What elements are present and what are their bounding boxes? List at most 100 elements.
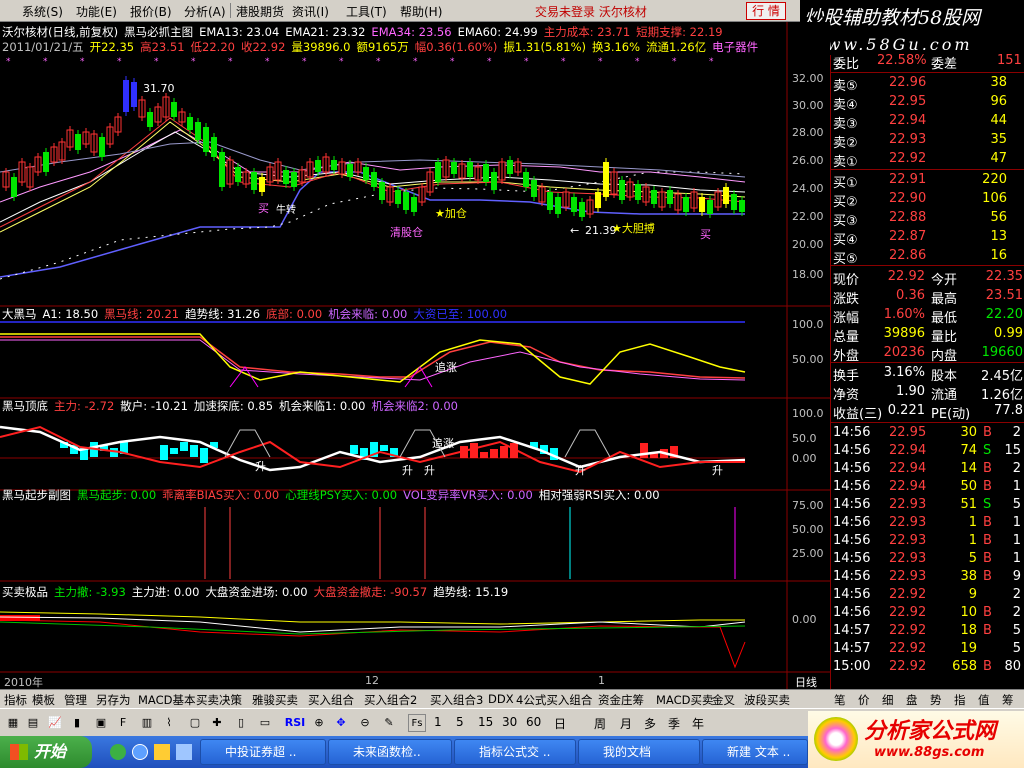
menu-help[interactable]: 帮助(H) (400, 3, 442, 20)
rsi-icon[interactable]: RSI (284, 714, 306, 732)
bid-row[interactable]: 买④ 22.87 13 (831, 228, 1024, 248)
menu-system[interactable]: 系统(S) (22, 3, 63, 20)
quote-view-tab[interactable]: 值 (978, 692, 990, 708)
period-button[interactable]: 60 (526, 715, 541, 729)
indicator-tab[interactable]: 雅骏买卖 (252, 692, 298, 708)
line-icon[interactable]: ⌇ (160, 714, 178, 732)
logo-url: www.88gs.com (874, 745, 985, 760)
folder-icon[interactable] (154, 744, 170, 760)
order-diff-label: 委差 (931, 57, 958, 72)
stat-label: 涨跌 (833, 292, 860, 307)
period-button[interactable]: 多 (644, 715, 656, 732)
menu-tools[interactable]: 工具(T) (346, 3, 387, 20)
ask-row[interactable]: 卖② 22.93 35 (831, 131, 1024, 151)
indicator-tab[interactable]: 4公式买入组合 (516, 692, 592, 708)
quote-view-tab[interactable]: 细 (882, 692, 894, 708)
page-icon[interactable]: ▢ (186, 714, 204, 732)
bar-chart-icon[interactable]: ▭ (256, 714, 274, 732)
bid-price: 22.88 (889, 210, 927, 225)
quote-mode-button[interactable]: 行 情 (746, 2, 786, 20)
add-position-label: ★加仓 (435, 206, 467, 220)
table-icon[interactable]: ▤ (24, 714, 42, 732)
task-button[interactable]: 新建 文本 .. (702, 739, 808, 765)
fs-icon[interactable]: Fs (408, 714, 426, 732)
rise-marker: 升 (712, 464, 723, 477)
info-icon[interactable]: ▣ (92, 714, 110, 732)
indicator-tab[interactable]: 买入组合2 (364, 692, 417, 708)
indicator-tab[interactable]: 模板 (32, 692, 55, 708)
indicator-tab[interactable]: 管理 (64, 692, 87, 708)
quote-view-tab[interactable]: 价 (858, 692, 870, 708)
ask-row[interactable]: 卖③ 22.94 44 (831, 112, 1024, 132)
bid-row[interactable]: 买② 22.90 106 (831, 190, 1024, 210)
quote-view-tab[interactable]: 指 (954, 692, 966, 708)
indicator-tab[interactable]: MACD买卖 (656, 692, 713, 708)
task-button[interactable]: 我的文档 (578, 739, 700, 765)
period-label[interactable]: 日线 (795, 674, 817, 690)
period-button[interactable]: 1 (434, 715, 442, 729)
indicator-tab[interactable]: 另存为 (96, 692, 131, 708)
indicator-tab[interactable]: 买入组合 (308, 692, 354, 708)
period-button[interactable]: 季 (668, 715, 680, 732)
quicklaunch-icon[interactable] (110, 744, 126, 760)
quote-view-tab[interactable]: 笔 (834, 692, 846, 708)
menu-function[interactable]: 功能(E) (76, 3, 117, 20)
cross-icon[interactable]: ✚ (208, 714, 226, 732)
indicator-tab[interactable]: DDX (488, 692, 514, 706)
zoom-out-icon[interactable]: ⊖ (356, 714, 374, 732)
ie-icon[interactable] (132, 744, 148, 760)
drawing-icon[interactable]: ✎ (380, 714, 398, 732)
grid-icon[interactable]: ▦ (4, 714, 22, 732)
tick-price: 22.94 (889, 479, 927, 494)
menu-analysis[interactable]: 分析(A) (184, 3, 226, 20)
indicator-tab[interactable]: MACD基本 (138, 692, 195, 708)
bars-icon[interactable]: ▥ (138, 714, 156, 732)
quote-view-tab[interactable]: 势 (930, 692, 942, 708)
period-button[interactable]: 年 (692, 715, 704, 732)
chart-area[interactable]: 沃尔核材(日线,前复权) 黑马必抓主图 EMA13: 23.04 EMA21: 23.… (0, 22, 830, 689)
bid-row[interactable]: 买③ 22.88 56 (831, 209, 1024, 229)
stat-label: 收益(三) (833, 407, 883, 422)
chart-icon[interactable]: 📈 (46, 714, 64, 732)
tick-count: 2 (1012, 461, 1021, 476)
desktop-icon[interactable] (176, 744, 192, 760)
ask-row[interactable]: 卖④ 22.95 96 (831, 93, 1024, 113)
tick-time: 14:56 (833, 479, 871, 494)
zoom-in-icon[interactable]: ⊕ (310, 714, 328, 732)
bid-row[interactable]: 买① 22.91 220 (831, 171, 1024, 191)
task-button[interactable]: 未来函数检.. (328, 739, 452, 765)
peak-price-label: 31.70 (143, 82, 175, 95)
menu-hk-futures[interactable]: 港股期货 (236, 3, 284, 20)
bid-row[interactable]: 买⑤ 22.86 16 (831, 247, 1024, 267)
indicator-tab[interactable]: 买入组合3 (430, 692, 483, 708)
period-button[interactable]: 5 (456, 715, 464, 729)
task-button[interactable]: 指标公式交 .. (454, 739, 576, 765)
pane2-chance: 机会来临: 0.00 (328, 307, 408, 321)
pane4-bias: 乖离率BIAS买入: 0.00 (162, 488, 280, 502)
menu-news[interactable]: 资讯(I) (292, 3, 329, 20)
quote-view-tab[interactable]: 筹 (1002, 692, 1014, 708)
task-button[interactable]: 中投证券超 .. (200, 739, 326, 765)
quote-view-tab[interactable]: 盘 (906, 692, 918, 708)
f10-icon[interactable]: F (114, 714, 132, 732)
indicator-tab[interactable]: 指标 (4, 692, 27, 708)
pane3-bar (490, 449, 498, 458)
indicator-tab[interactable]: 买卖决策 (196, 692, 242, 708)
indicator-tab[interactable]: 资金庄筹 (598, 692, 644, 708)
ask-row[interactable]: 卖⑤ 22.96 38 (831, 74, 1024, 94)
ask-row[interactable]: 卖① 22.92 47 (831, 150, 1024, 170)
move-icon[interactable]: ✥ (332, 714, 350, 732)
site-logo: 分析家公式网 www.88gs.com (808, 711, 1024, 768)
kline-icon[interactable]: ▮ (68, 714, 86, 732)
indicator-tab[interactable]: 波段买卖 (744, 692, 790, 708)
pane3-chase-label: 追涨 (432, 436, 454, 450)
period-button[interactable]: 日 (554, 715, 566, 732)
volume-icon[interactable]: ▯ (232, 714, 250, 732)
period-button[interactable]: 周 (594, 715, 606, 732)
period-button[interactable]: 30 (502, 715, 517, 729)
menu-quote[interactable]: 报价(B) (130, 3, 172, 20)
stats-row: 涨幅 1.60% 最低 22.20 (831, 306, 1024, 326)
period-button[interactable]: 月 (620, 715, 632, 732)
period-button[interactable]: 15 (478, 715, 493, 729)
indicator-tab[interactable]: 金叉 (712, 692, 735, 708)
